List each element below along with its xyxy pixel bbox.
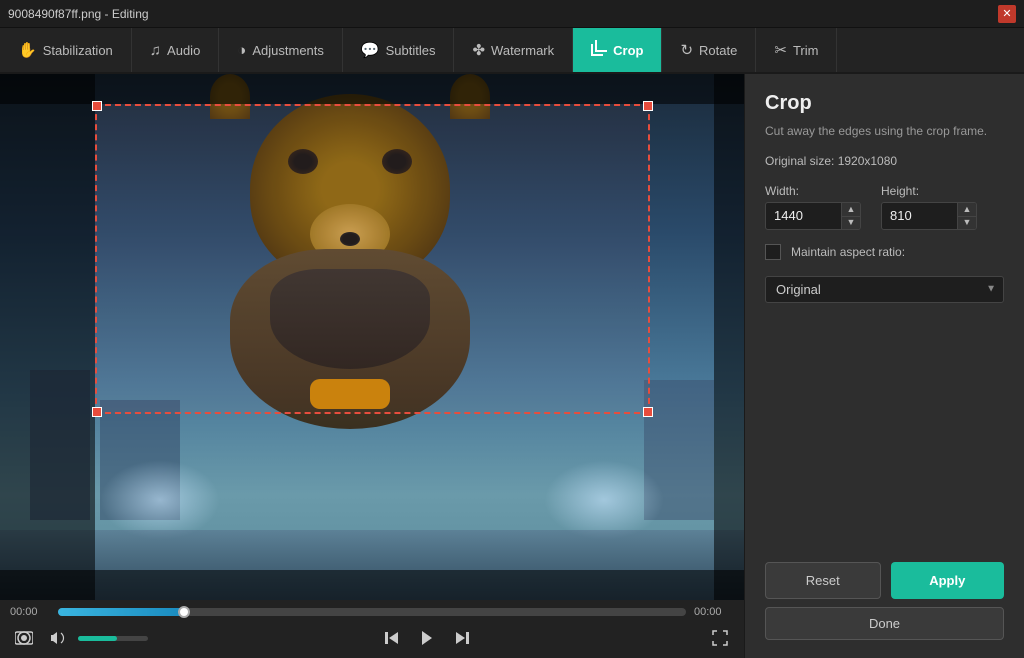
tab-trim[interactable]: ✂ Trim <box>756 28 837 72</box>
width-increment[interactable]: ▲ <box>842 203 860 216</box>
height-input[interactable] <box>882 204 957 227</box>
raccoon-eye-right <box>382 149 412 174</box>
crop-mask-top <box>0 74 744 104</box>
reset-button[interactable]: Reset <box>765 562 881 599</box>
tab-stabilization-label: Stabilization <box>43 43 113 58</box>
buttons-area: Reset Apply Done <box>765 562 1004 640</box>
video-preview[interactable] <box>0 74 744 600</box>
trim-icon: ✂ <box>774 41 787 59</box>
window-title: 9008490f87ff.png - Editing <box>8 7 149 21</box>
height-label: Height: <box>881 184 977 198</box>
tab-rotate[interactable]: ↻ Rotate <box>662 28 756 72</box>
height-spinners: ▲ ▼ <box>957 203 976 229</box>
close-button[interactable]: ✕ <box>998 5 1016 23</box>
tab-subtitles-label: Subtitles <box>386 43 436 58</box>
aspect-ratio-checkbox[interactable] <box>765 244 781 260</box>
tab-audio-label: Audio <box>167 43 200 58</box>
tab-trim-label: Trim <box>793 43 819 58</box>
width-group: Width: ▲ ▼ <box>765 184 861 230</box>
tab-rotate-label: Rotate <box>699 43 737 58</box>
tab-adjustments[interactable]: ◑ Adjustments <box>219 28 343 72</box>
crop-mask-bottom <box>0 570 744 600</box>
done-button[interactable]: Done <box>765 607 1004 640</box>
volume-button[interactable] <box>44 624 72 652</box>
crop-mask-right <box>714 74 744 600</box>
volume-fill <box>78 636 117 641</box>
progress-thumb[interactable] <box>178 606 190 618</box>
crop-icon <box>591 40 607 60</box>
controls-row <box>10 624 734 652</box>
next-button[interactable] <box>447 624 475 652</box>
apply-button[interactable]: Apply <box>891 562 1005 599</box>
tab-subtitles[interactable]: 💬 Subtitles <box>343 28 455 72</box>
progress-bar-area: 00:00 00:00 <box>10 606 734 618</box>
rotate-icon: ↻ <box>680 41 693 59</box>
crop-mask-left <box>0 74 95 600</box>
screenshot-button[interactable] <box>10 624 38 652</box>
height-increment[interactable]: ▲ <box>958 203 976 216</box>
adjustments-icon: ◑ <box>237 42 246 59</box>
tab-watermark-label: Watermark <box>491 43 554 58</box>
watermark-icon: ✤ <box>472 41 485 59</box>
video-subject <box>190 94 510 434</box>
width-label: Width: <box>765 184 861 198</box>
prev-button[interactable] <box>379 624 407 652</box>
height-input-wrap: ▲ ▼ <box>881 202 977 230</box>
aspect-ratio-row: Maintain aspect ratio: <box>765 244 1004 260</box>
dimensions-row: Width: ▲ ▼ Height: ▲ ▼ <box>765 184 1004 230</box>
progress-track[interactable] <box>58 608 686 616</box>
subtitles-icon: 💬 <box>361 41 380 59</box>
right-panel: Crop Cut away the edges using the crop f… <box>744 74 1024 658</box>
audio-icon: ♫ <box>150 42 161 59</box>
volume-slider[interactable] <box>78 636 148 641</box>
original-size-label: Original size: 1920x1080 <box>765 154 1004 168</box>
raccoon-eye-left <box>288 149 318 174</box>
main-area: 00:00 00:00 <box>0 74 1024 658</box>
progress-fill <box>58 608 184 616</box>
tab-stabilization[interactable]: ✋ Stabilization <box>0 28 132 72</box>
tab-adjustments-label: Adjustments <box>252 43 324 58</box>
panel-title: Crop <box>765 92 1004 115</box>
width-input-wrap: ▲ ▼ <box>765 202 861 230</box>
aspect-ratio-label: Maintain aspect ratio: <box>791 245 905 259</box>
fullscreen-button[interactable] <box>706 624 734 652</box>
width-decrement[interactable]: ▼ <box>842 216 860 229</box>
titlebar: 9008490f87ff.png - Editing ✕ <box>0 0 1024 28</box>
reset-apply-row: Reset Apply <box>765 562 1004 599</box>
time-end: 00:00 <box>694 606 734 618</box>
video-panel: 00:00 00:00 <box>0 74 744 658</box>
height-decrement[interactable]: ▼ <box>958 216 976 229</box>
panel-description: Cut away the edges using the crop frame. <box>765 123 1004 140</box>
ratio-select[interactable]: Original 16:9 4:3 1:1 3:2 <box>765 276 1004 303</box>
ratio-select-wrap: Original 16:9 4:3 1:1 3:2 ▼ <box>765 276 1004 303</box>
tab-crop-label: Crop <box>613 43 643 58</box>
playback-controls: 00:00 00:00 <box>0 600 744 658</box>
width-spinners: ▲ ▼ <box>841 203 860 229</box>
play-button[interactable] <box>413 624 441 652</box>
raccoon-body <box>230 249 470 429</box>
stabilization-icon: ✋ <box>18 41 37 59</box>
tabbar: ✋ Stabilization ♫ Audio ◑ Adjustments 💬 … <box>0 28 1024 74</box>
tab-audio[interactable]: ♫ Audio <box>132 28 220 72</box>
tab-watermark[interactable]: ✤ Watermark <box>454 28 573 72</box>
tab-crop[interactable]: Crop <box>573 28 662 72</box>
time-start: 00:00 <box>10 606 50 618</box>
width-input[interactable] <box>766 204 841 227</box>
height-group: Height: ▲ ▼ <box>881 184 977 230</box>
